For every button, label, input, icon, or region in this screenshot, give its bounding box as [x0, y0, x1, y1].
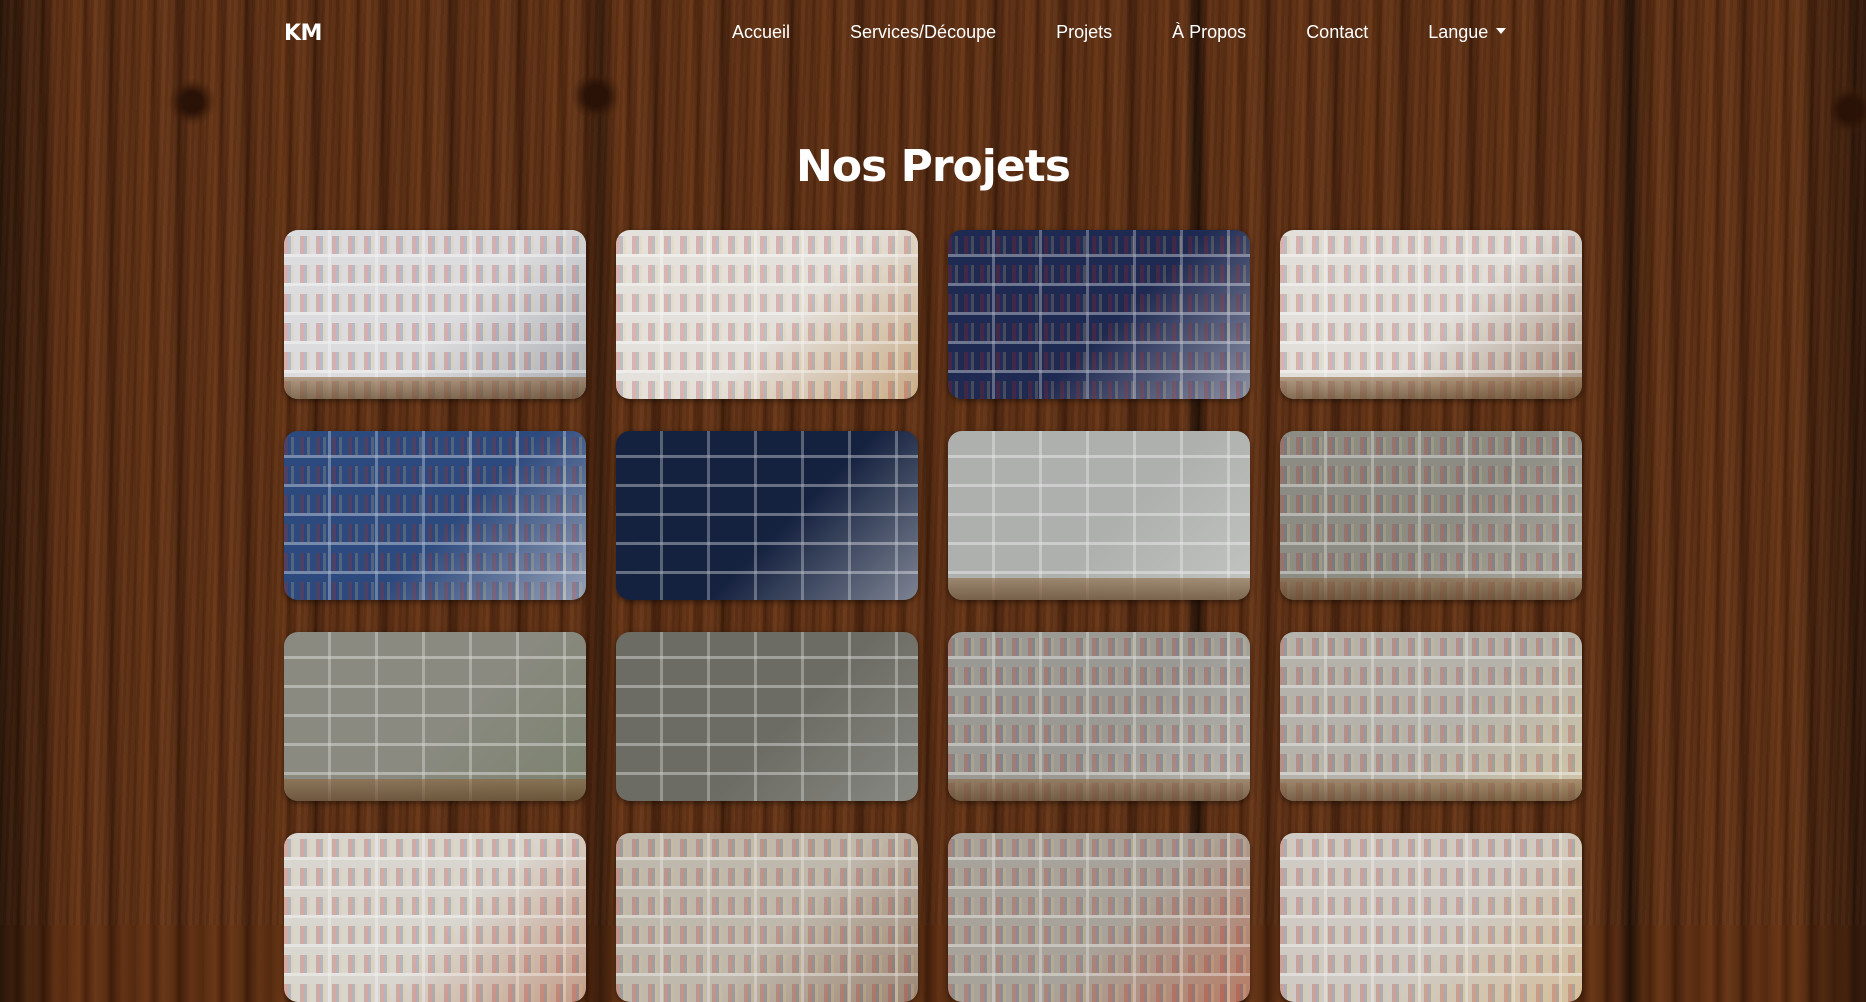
top-navbar: KM Accueil Services/Découpe Projets À Pr… — [0, 0, 1866, 70]
project-photo-9[interactable] — [284, 632, 586, 801]
project-photo-10[interactable] — [616, 632, 918, 801]
project-photo-3[interactable] — [948, 230, 1250, 399]
floor-strip — [948, 779, 1250, 801]
books-pattern — [1280, 833, 1582, 1002]
nav-menu: Accueil Services/Découpe Projets À Propo… — [732, 22, 1507, 43]
nav-link-services[interactable]: Services/Découpe — [850, 22, 996, 43]
project-photo-11[interactable] — [948, 632, 1250, 801]
project-photo-12[interactable] — [1280, 632, 1582, 801]
books-pattern — [1280, 431, 1582, 600]
shelving-pattern — [616, 632, 918, 801]
brand-logo[interactable]: KM — [284, 21, 322, 46]
books-pattern — [284, 230, 586, 399]
language-label: Langue — [1428, 22, 1489, 42]
project-photo-14[interactable] — [616, 833, 918, 1002]
floor-strip — [1280, 578, 1582, 600]
wood-knot — [168, 78, 216, 126]
books-pattern — [1280, 230, 1582, 399]
floor-strip — [1280, 779, 1582, 801]
project-photo-4[interactable] — [1280, 230, 1582, 399]
books-pattern — [616, 230, 918, 399]
books-pattern — [1280, 632, 1582, 801]
nav-link-accueil[interactable]: Accueil — [732, 22, 790, 43]
nav-link-a-propos[interactable]: À Propos — [1172, 22, 1246, 43]
nav-link-projets[interactable]: Projets — [1056, 22, 1112, 43]
shelving-pattern — [948, 431, 1250, 600]
books-pattern — [948, 833, 1250, 1002]
project-photo-16[interactable] — [1280, 833, 1582, 1002]
wood-knot — [1830, 80, 1866, 140]
project-photo-8[interactable] — [1280, 431, 1582, 600]
books-pattern — [948, 632, 1250, 801]
shelving-pattern — [284, 632, 586, 801]
project-photo-13[interactable] — [284, 833, 586, 1002]
floor-strip — [284, 377, 586, 399]
project-photo-6[interactable] — [616, 431, 918, 600]
shelving-pattern — [616, 431, 918, 600]
floor-strip — [948, 578, 1250, 600]
floor-strip — [1280, 377, 1582, 399]
language-dropdown[interactable]: Langue — [1428, 22, 1507, 43]
books-pattern — [948, 230, 1250, 399]
nav-link-contact[interactable]: Contact — [1306, 22, 1368, 43]
project-photo-5[interactable] — [284, 431, 586, 600]
books-pattern — [284, 833, 586, 1002]
wood-knot — [568, 74, 624, 118]
project-photo-1[interactable] — [284, 230, 586, 399]
project-photo-7[interactable] — [948, 431, 1250, 600]
project-photo-2[interactable] — [616, 230, 918, 399]
page-title: Nos Projets — [796, 141, 1071, 192]
floor-strip — [284, 779, 586, 801]
projects-gallery — [284, 230, 1582, 1002]
books-pattern — [616, 833, 918, 1002]
project-photo-15[interactable] — [948, 833, 1250, 1002]
caret-down-icon — [1496, 28, 1507, 34]
books-pattern — [284, 431, 586, 600]
